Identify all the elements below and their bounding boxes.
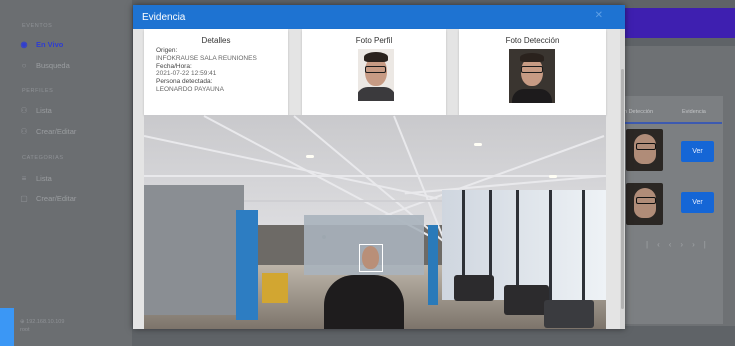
footer-ip: ⊕ 192.168.10.109 <box>20 319 65 325</box>
prev-page-icon[interactable]: ‹ <box>669 240 681 249</box>
evidence-camera-image <box>144 115 606 329</box>
sidebar-item-label: En Vivo <box>36 40 64 49</box>
profile-photo <box>358 49 394 101</box>
search-icon: ○ <box>21 61 27 70</box>
ver-button[interactable]: Ver <box>681 192 714 213</box>
evidence-modal: Evidencia ✕ Detalles Origen: INFOKRAUSE … <box>133 5 625 329</box>
user-edit-icon: ⚇ <box>20 127 28 136</box>
modal-scrollbar[interactable] <box>620 29 625 329</box>
detection-photo <box>509 49 555 103</box>
first-page-icon[interactable]: |‹ <box>646 240 669 249</box>
section-eventos: EVENTOS <box>22 23 53 29</box>
column-header-evidencia: Evidencia <box>682 109 706 115</box>
details-title: Detalles <box>201 36 231 45</box>
modal-title: Evidencia <box>142 11 186 23</box>
scrollbar-thumb[interactable] <box>621 69 624 309</box>
last-page-icon[interactable]: ›| <box>692 240 715 249</box>
sidebar: EVENTOS ◉ En Vivo ○ Busqueda PERFILES ⚇ … <box>0 0 132 346</box>
detection-photo-title: Foto Detección <box>505 36 560 45</box>
origin-value: INFOKRAUSE SALA REUNIONES <box>156 54 257 62</box>
person-value: LEONARDO PAYAUNA <box>156 85 224 93</box>
edit-icon: ▢ <box>20 194 28 203</box>
sidebar-item-label: Crear/Editar <box>36 194 77 203</box>
sidebar-item-label: Crear/Editar <box>36 127 77 136</box>
person-label: Persona detectada: <box>156 78 213 86</box>
sidebar-item-categorias-lista[interactable]: ≡ Lista <box>20 174 52 183</box>
column-header-deteccion: n Detección <box>624 109 654 115</box>
face-detection-box <box>359 244 383 272</box>
datetime-label: Fecha/Hora: <box>156 62 192 70</box>
section-categorias: CATEGORIAS <box>22 155 64 161</box>
details-text: Origen: INFOKRAUSE SALA REUNIONES Fecha/… <box>156 47 257 94</box>
footer-user: root <box>20 327 30 333</box>
profile-photo-title: Foto Perfil <box>355 36 393 45</box>
sidebar-item-busqueda[interactable]: ○ Busqueda <box>20 61 70 70</box>
footer-info: ⊕ 192.168.10.109 root <box>20 318 64 334</box>
sidebar-item-label: Lista <box>36 106 52 115</box>
list-icon: ≡ <box>21 174 27 183</box>
sidebar-item-perfiles-crear[interactable]: ⚇ Crear/Editar <box>20 127 76 136</box>
modal-header: Evidencia ✕ <box>133 5 625 29</box>
pagination: |‹‹››| <box>646 240 715 249</box>
sidebar-item-label: Lista <box>36 174 52 183</box>
profile-photo-card: Foto Perfil <box>302 29 446 115</box>
close-icon[interactable]: ✕ <box>595 10 603 21</box>
detection-thumbnail <box>626 129 663 171</box>
eye-icon: ◉ <box>20 40 28 49</box>
detected-person <box>324 275 404 329</box>
footer-accent <box>0 308 14 346</box>
sidebar-item-categorias-crear[interactable]: ▢ Crear/Editar <box>20 194 76 203</box>
detection-thumbnail <box>626 183 663 225</box>
header-underline <box>619 122 722 124</box>
users-icon: ⚇ <box>20 106 28 115</box>
sidebar-item-en-vivo[interactable]: ◉ En Vivo <box>20 40 64 49</box>
section-perfiles: PERFILES <box>22 88 54 94</box>
sidebar-item-perfiles-lista[interactable]: ⚇ Lista <box>20 106 52 115</box>
sidebar-item-label: Busqueda <box>36 61 70 70</box>
next-page-icon[interactable]: › <box>680 240 692 249</box>
origin-label: Origen: <box>156 47 178 54</box>
app-topbar <box>619 8 735 38</box>
ver-button[interactable]: Ver <box>681 141 714 162</box>
detection-photo-card: Foto Detección <box>459 29 606 115</box>
datetime-value: 2021-07-22 12:59:41 <box>156 70 217 78</box>
details-card: Detalles Origen: INFOKRAUSE SALA REUNION… <box>144 29 288 115</box>
